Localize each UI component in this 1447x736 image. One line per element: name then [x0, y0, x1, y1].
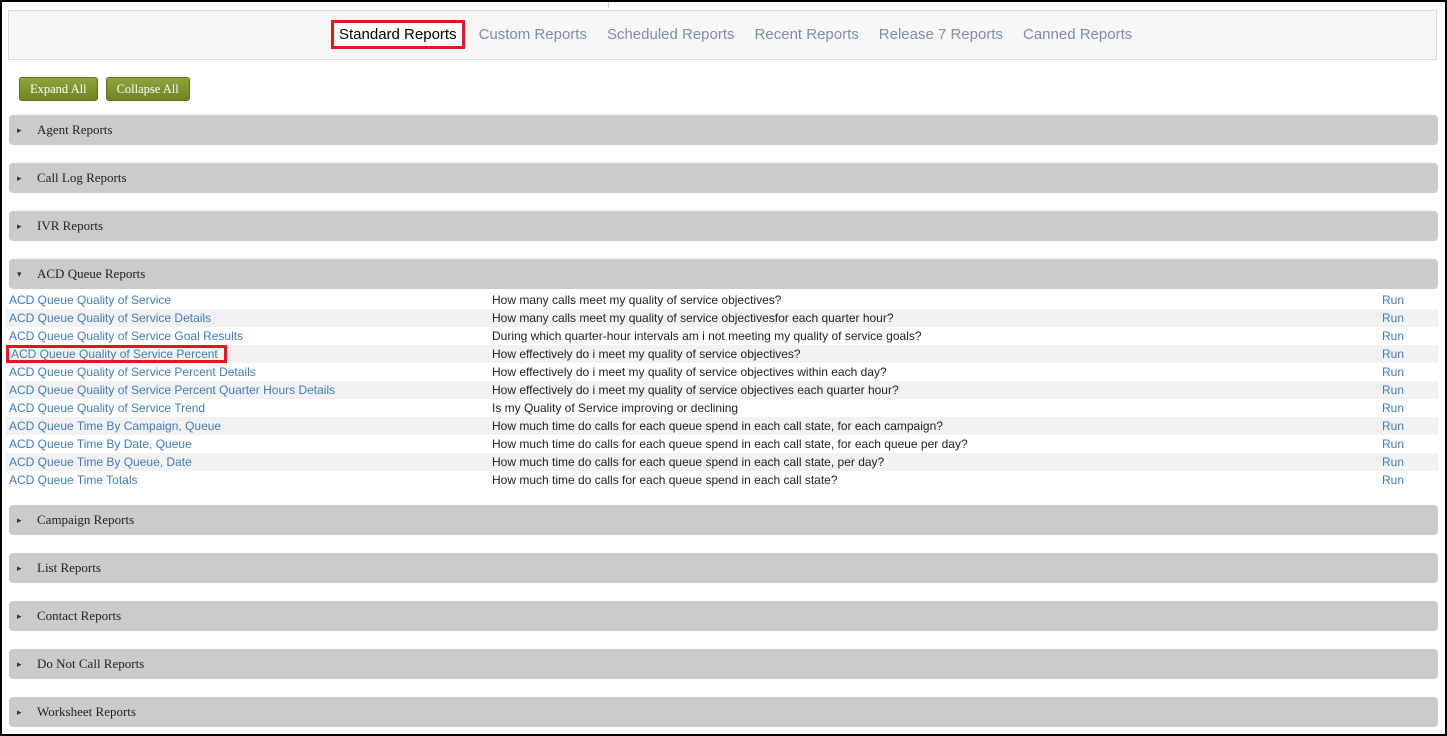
report-tabs: Standard Reports Custom Reports Schedule… — [331, 17, 1142, 51]
report-description: How effectively do i meet my quality of … — [492, 365, 887, 379]
report-name-link[interactable]: ACD Queue Quality of Service Details — [9, 309, 211, 327]
chevron-down-icon: ▾ — [17, 269, 22, 279]
chevron-right-icon: ▸ — [17, 563, 22, 573]
run-report-link[interactable]: Run — [1382, 381, 1404, 399]
section-title: ACD Queue Reports — [37, 266, 146, 281]
report-name-link[interactable]: ACD Queue Time By Date, Queue — [9, 435, 192, 453]
tab-scheduled-reports[interactable]: Scheduled Reports — [597, 26, 745, 43]
report-name-link[interactable]: ACD Queue Time By Campaign, Queue — [9, 417, 221, 435]
report-name-link[interactable]: ACD Queue Quality of Service Goal Result… — [9, 327, 243, 345]
report-name-link[interactable]: ACD Queue Quality of Service Trend — [9, 399, 205, 417]
run-report-link[interactable]: Run — [1382, 453, 1404, 471]
chevron-right-icon: ▸ — [17, 611, 22, 621]
run-report-link[interactable]: Run — [1382, 345, 1404, 363]
section-worksheet-reports[interactable]: ▸ Worksheet Reports — [9, 697, 1438, 727]
app-window: Standard Reports Custom Reports Schedule… — [0, 0, 1447, 736]
window-divider — [596, 2, 609, 8]
report-row: ACD Queue Time By Queue, Date How much ti… — [6, 453, 1438, 471]
run-report-link[interactable]: Run — [1382, 363, 1404, 381]
report-row: ACD Queue Quality of Service Goal Result… — [6, 327, 1438, 345]
report-description: During which quarter-hour intervals am i… — [492, 329, 922, 343]
section-contact-reports[interactable]: ▸ Contact Reports — [9, 601, 1438, 631]
report-description: How much time do calls for each queue sp… — [492, 473, 838, 487]
section-acd-queue-reports[interactable]: ▾ ACD Queue Reports — [9, 259, 1438, 289]
section-title: Campaign Reports — [37, 512, 135, 527]
chevron-right-icon: ▸ — [17, 173, 22, 183]
tab-canned-reports[interactable]: Canned Reports — [1013, 26, 1142, 43]
tab-standard-reports[interactable]: Standard Reports — [331, 19, 465, 49]
report-tab-bar: Standard Reports Custom Reports Schedule… — [8, 10, 1437, 60]
section-title: Worksheet Reports — [37, 704, 136, 719]
chevron-right-icon: ▸ — [17, 707, 22, 717]
section-list-reports[interactable]: ▸ List Reports — [9, 553, 1438, 583]
chevron-right-icon: ▸ — [17, 125, 22, 135]
section-title: Call Log Reports — [37, 170, 127, 185]
report-row: ACD Queue Quality of Service Trend Is my … — [6, 399, 1438, 417]
report-name-link[interactable]: ACD Queue Quality of Service Percent Det… — [9, 363, 256, 381]
collapse-all-button[interactable]: Collapse All — [105, 77, 190, 101]
run-report-link[interactable]: Run — [1382, 471, 1404, 489]
run-report-link[interactable]: Run — [1382, 399, 1404, 417]
tab-release-7-reports[interactable]: Release 7 Reports — [869, 26, 1013, 43]
section-do-not-call-reports[interactable]: ▸ Do Not Call Reports — [9, 649, 1438, 679]
section-title: List Reports — [37, 560, 101, 575]
run-report-link[interactable]: Run — [1382, 327, 1404, 345]
section-campaign-reports[interactable]: ▸ Campaign Reports — [9, 505, 1438, 535]
report-row: ACD Queue Quality of Service How many cal… — [6, 291, 1438, 309]
report-description: How effectively do i meet my quality of … — [492, 383, 899, 397]
report-name-link[interactable]: ACD Queue Time Totals — [9, 471, 138, 489]
report-description: How much time do calls for each queue sp… — [492, 419, 943, 433]
expand-collapse-controls: Expand All Collapse All — [19, 77, 190, 101]
tab-custom-reports[interactable]: Custom Reports — [469, 26, 597, 43]
report-description: How effectively do i meet my quality of … — [492, 347, 801, 361]
report-description: How much time do calls for each queue sp… — [492, 437, 968, 451]
report-row: ACD Queue Quality of Service Details How … — [6, 309, 1438, 327]
section-title: Contact Reports — [37, 608, 122, 623]
acd-queue-report-list: ACD Queue Quality of Service How many cal… — [6, 291, 1438, 489]
run-report-link[interactable]: Run — [1382, 417, 1404, 435]
run-report-link[interactable]: Run — [1382, 291, 1404, 309]
report-description: How many calls meet my quality of servic… — [492, 311, 894, 325]
report-row: ACD Queue Time By Date, Queue How much ti… — [6, 435, 1438, 453]
report-row: ACD Queue Quality of Service Percent How … — [6, 345, 1438, 363]
section-title: IVR Reports — [37, 218, 104, 233]
chevron-right-icon: ▸ — [17, 221, 22, 231]
report-name-link[interactable]: ACD Queue Quality of Service — [9, 291, 171, 309]
section-title: Do Not Call Reports — [37, 656, 145, 671]
report-row: ACD Queue Quality of Service Percent Det… — [6, 363, 1438, 381]
report-description: Is my Quality of Service improving or de… — [492, 401, 739, 415]
tab-recent-reports[interactable]: Recent Reports — [745, 26, 869, 43]
run-report-link[interactable]: Run — [1382, 435, 1404, 453]
report-row: ACD Queue Time By Campaign, Queue How muc… — [6, 417, 1438, 435]
chevron-right-icon: ▸ — [17, 515, 22, 525]
report-name-link[interactable]: ACD Queue Quality of Service Percent Qua… — [9, 381, 335, 399]
expand-all-button[interactable]: Expand All — [19, 77, 98, 101]
report-row: ACD Queue Quality of Service Percent Qua… — [6, 381, 1438, 399]
report-description: How many calls meet my quality of servic… — [492, 293, 782, 307]
report-name-link[interactable]: ACD Queue Quality of Service Percent — [6, 345, 227, 363]
report-description: How much time do calls for each queue sp… — [492, 455, 885, 469]
section-agent-reports[interactable]: ▸ Agent Reports — [9, 115, 1438, 145]
run-report-link[interactable]: Run — [1382, 309, 1404, 327]
report-row: ACD Queue Time Totals How much time do ca… — [6, 471, 1438, 489]
section-title: Agent Reports — [37, 122, 113, 137]
section-ivr-reports[interactable]: ▸ IVR Reports — [9, 211, 1438, 241]
report-name-link[interactable]: ACD Queue Time By Queue, Date — [9, 453, 192, 471]
chevron-right-icon: ▸ — [17, 659, 22, 669]
section-call-log-reports[interactable]: ▸ Call Log Reports — [9, 163, 1438, 193]
